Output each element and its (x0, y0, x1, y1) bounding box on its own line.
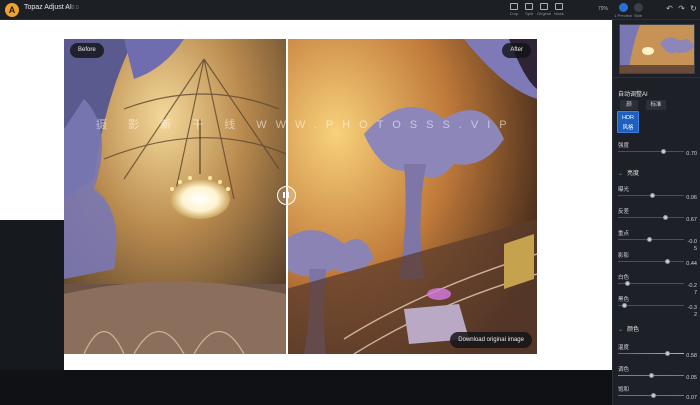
slider-knob[interactable] (649, 373, 655, 378)
mode-button-standard[interactable]: 标准 (646, 100, 666, 110)
toolbar-tools: Crop Split Original Mask (508, 2, 565, 18)
slider-knob[interactable] (662, 215, 668, 220)
crop-tool-button[interactable]: Crop (508, 2, 520, 18)
original-icon (540, 3, 548, 10)
slider-exposure[interactable]: 曝光 0.06 (613, 185, 700, 207)
settings-panel: 自动调整AI 颜 标准 HDR风格 强度 0.70 ⌄ 亮度 曝光 0.06 反差… (612, 20, 700, 405)
preview-workspace: Before After Download original image 摄 影… (0, 20, 612, 370)
slider-temperature[interactable]: 温度 0.58 (613, 343, 700, 365)
title-bar: A Topaz Adjust AI v1.0.0 Crop Split Orig… (0, 0, 700, 20)
slider-knob[interactable] (665, 259, 671, 264)
mode-button-vivid[interactable]: 颜 (620, 100, 638, 110)
side-by-side-button[interactable]: Side (632, 2, 644, 18)
redo-icon[interactable]: ↷ (678, 4, 685, 14)
crop-icon (510, 3, 518, 10)
single-preview-icon (618, 3, 628, 12)
chevron-down-icon: ⌄ (618, 327, 624, 333)
side-by-side-icon (633, 3, 643, 12)
view-modes: 1 Preview Side (614, 2, 644, 18)
section-color[interactable]: ⌄ 颜色 (618, 324, 639, 333)
mask-icon (555, 3, 563, 10)
split-view-icon (525, 3, 533, 10)
watermark-text: 摄 影 新 干 线 WWW.PHOTOSSS.VIP (96, 119, 516, 131)
strength-slider-knob[interactable] (661, 149, 667, 154)
slider-contrast[interactable]: 反差 0.67 (613, 207, 700, 229)
slider-knob[interactable] (650, 393, 656, 398)
mode-button-hdr[interactable]: HDR风格 (617, 111, 639, 133)
auto-adjust-title: 自动调整AI (618, 92, 648, 98)
navigator-thumbnail-art (620, 25, 694, 73)
slider-whites[interactable]: 白色 -0.2 7 (613, 273, 700, 296)
before-label: Before (70, 43, 104, 58)
slider-highlights[interactable]: 重点 -0.0 5 (613, 229, 700, 252)
bottom-strip (0, 370, 612, 405)
download-original-button[interactable]: Download original image (450, 332, 532, 348)
original-tool-button[interactable]: Original (537, 2, 551, 18)
slider-saturation[interactable]: 饱和 0.07 (613, 385, 700, 405)
app-window: A Topaz Adjust AI v1.0.0 Crop Split Orig… (0, 0, 700, 405)
zoom-level[interactable]: 79% (598, 6, 608, 12)
refresh-icon[interactable]: ↻ (690, 4, 697, 14)
split-tool-button[interactable]: Split (523, 2, 535, 18)
after-label: After (502, 43, 531, 58)
slider-tint[interactable]: 调色 0.05 (613, 365, 700, 387)
slider-knob[interactable] (621, 303, 627, 308)
panel-separator (613, 77, 700, 78)
workspace-left-shade (0, 220, 64, 370)
slider-knob[interactable] (624, 281, 630, 286)
app-version: v1.0.0 (65, 5, 79, 11)
app-logo-icon: A (5, 3, 19, 17)
slider-knob[interactable] (664, 351, 670, 356)
slider-knob[interactable] (649, 193, 655, 198)
chevron-down-icon: ⌄ (618, 171, 624, 177)
mask-tool-button[interactable]: Mask (553, 2, 565, 18)
undo-icon[interactable]: ↶ (666, 4, 673, 14)
slider-knob[interactable] (646, 237, 652, 242)
navigator-thumbnail[interactable] (619, 24, 695, 74)
preview-image-art (64, 39, 537, 354)
split-handle-icon[interactable] (277, 186, 296, 205)
window-controls: ↶ ↷ ↻ (666, 4, 697, 14)
slider-shadows[interactable]: 影影 0.44 (613, 251, 700, 273)
section-brightness[interactable]: ⌄ 亮度 (618, 168, 639, 177)
preview-image[interactable]: Before After Download original image (64, 39, 537, 354)
slider-blacks[interactable]: 黑色 -0.3 2 (613, 295, 700, 318)
single-preview-button[interactable]: 1 Preview (614, 2, 632, 18)
strength-slider[interactable]: 强度 0.70 (613, 141, 700, 163)
